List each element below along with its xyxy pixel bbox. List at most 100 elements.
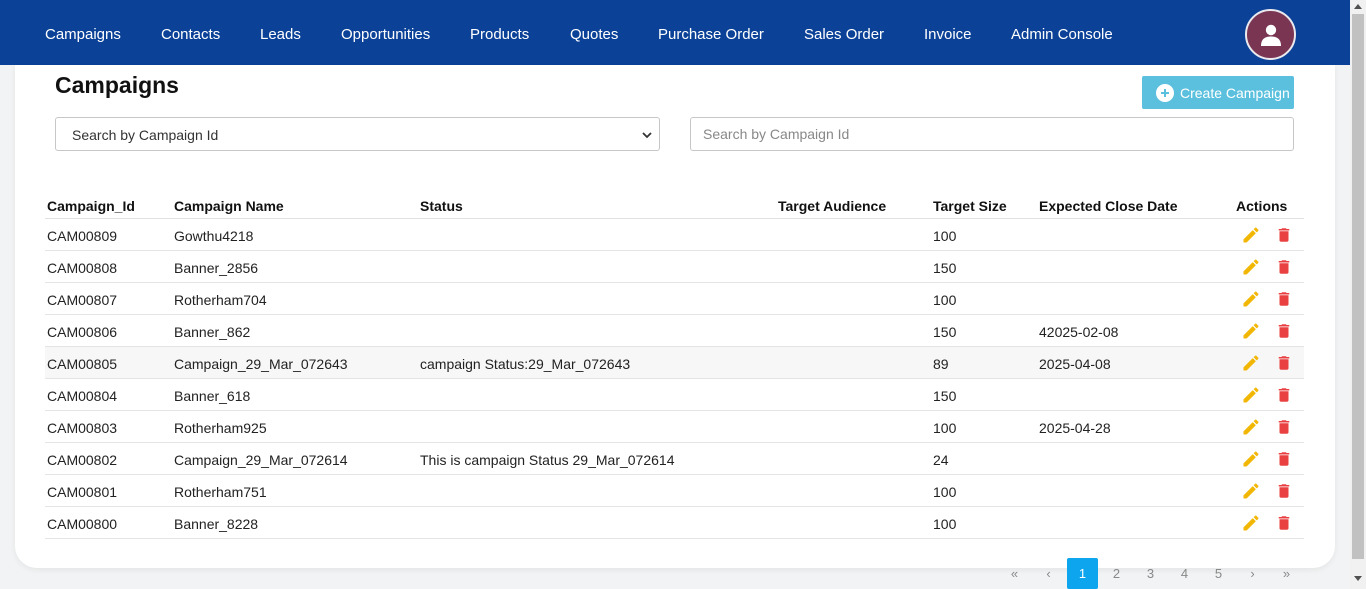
trash-icon[interactable]	[1275, 385, 1293, 410]
trash-icon[interactable]	[1275, 353, 1293, 378]
create-campaign-label: Create Campaign	[1180, 84, 1290, 101]
scroll-down-arrow[interactable]	[1354, 576, 1362, 581]
pagination-prev[interactable]: ‹	[1033, 558, 1064, 589]
column-header-target-audience[interactable]: Target Audience	[778, 198, 886, 214]
cell-target-size: 100	[933, 516, 957, 532]
cell-campaign-name: Rotherham751	[174, 484, 267, 500]
column-header-expected-close-date[interactable]: Expected Close Date	[1039, 198, 1178, 214]
nav-item-sales-order[interactable]: Sales Order	[804, 25, 884, 45]
cell-campaign-id: CAM00800	[47, 516, 118, 532]
vertical-scrollbar[interactable]	[1350, 0, 1366, 589]
table-row: CAM00800 Banner_8228 100	[45, 507, 1304, 539]
cell-campaign-id: CAM00804	[47, 388, 118, 404]
cell-campaign-id: CAM00808	[47, 260, 118, 276]
table-row: CAM00801 Rotherham751 100	[45, 475, 1304, 507]
trash-icon[interactable]	[1275, 289, 1293, 314]
pagination-page-2[interactable]: 2	[1101, 558, 1132, 589]
pencil-icon[interactable]	[1241, 321, 1261, 346]
cell-campaign-name: Rotherham925	[174, 420, 267, 436]
nav-item-quotes[interactable]: Quotes	[570, 25, 618, 45]
cell-status: This is campaign Status 29_Mar_072614	[420, 452, 675, 468]
table-row: CAM00804 Banner_618 150	[45, 379, 1304, 411]
pencil-icon[interactable]	[1241, 481, 1261, 506]
search-field-select-value: Search by Campaign Id	[72, 127, 219, 143]
trash-icon[interactable]	[1275, 449, 1293, 474]
nav-item-opportunities[interactable]: Opportunities	[341, 25, 430, 45]
cell-campaign-id: CAM00806	[47, 324, 118, 340]
cell-target-size: 150	[933, 388, 957, 404]
pagination-next[interactable]: ›	[1237, 558, 1268, 589]
nav-item-contacts[interactable]: Contacts	[161, 25, 220, 45]
search-input[interactable]	[690, 117, 1294, 151]
pencil-icon[interactable]	[1241, 353, 1261, 378]
cell-target-size: 100	[933, 292, 957, 308]
cell-campaign-name: Banner_8228	[174, 516, 259, 532]
pagination-page-5[interactable]: 5	[1203, 558, 1234, 589]
nav-item-leads[interactable]: Leads	[260, 25, 301, 45]
cell-expected-close-date: 2025-04-08	[1039, 356, 1111, 372]
cell-campaign-name: Campaign_29_Mar_072643	[174, 356, 348, 372]
nav-item-invoice[interactable]: Invoice	[924, 25, 972, 45]
table-row: CAM00809 Gowthu4218 100	[45, 219, 1304, 251]
top-navbar: Campaigns Contacts Leads Opportunities P…	[0, 0, 1350, 65]
cell-campaign-id: CAM00809	[47, 228, 118, 244]
table-row: CAM00808 Banner_2856 150	[45, 251, 1304, 283]
trash-icon[interactable]	[1275, 225, 1293, 250]
cell-target-size: 150	[933, 324, 957, 340]
cell-expected-close-date: 42025-02-08	[1039, 324, 1119, 340]
pencil-icon[interactable]	[1241, 417, 1261, 442]
trash-icon[interactable]	[1275, 321, 1293, 346]
nav-item-campaigns[interactable]: Campaigns	[45, 25, 121, 45]
nav-item-products[interactable]: Products	[470, 25, 529, 45]
cell-campaign-name: Banner_862	[174, 324, 251, 340]
pencil-icon[interactable]	[1241, 289, 1261, 314]
page-title: Campaigns	[55, 72, 179, 98]
cell-campaign-id: CAM00803	[47, 420, 118, 436]
pagination-page-4[interactable]: 4	[1169, 558, 1200, 589]
cell-campaign-name: Rotherham704	[174, 292, 267, 308]
pencil-icon[interactable]	[1241, 225, 1261, 250]
table-row: CAM00806 Banner_862 150 42025-02-08	[45, 315, 1304, 347]
trash-icon[interactable]	[1275, 257, 1293, 282]
pencil-icon[interactable]	[1241, 257, 1261, 282]
column-header-target-size[interactable]: Target Size	[933, 198, 1007, 214]
scrollbar-thumb[interactable]	[1352, 14, 1364, 559]
cell-campaign-id: CAM00802	[47, 452, 118, 468]
cell-target-size: 100	[933, 228, 957, 244]
cell-target-size: 89	[933, 356, 949, 372]
pagination-last[interactable]: »	[1271, 558, 1302, 589]
cell-campaign-id: CAM00805	[47, 356, 118, 372]
pagination-page-3[interactable]: 3	[1135, 558, 1166, 589]
pagination-page-1[interactable]: 1	[1067, 558, 1098, 589]
cell-campaign-name: Gowthu4218	[174, 228, 254, 244]
trash-icon[interactable]	[1275, 513, 1293, 538]
cell-campaign-name: Campaign_29_Mar_072614	[174, 452, 348, 468]
column-header-status[interactable]: Status	[420, 198, 463, 214]
plus-circle-icon	[1156, 83, 1174, 102]
nav-item-admin-console[interactable]: Admin Console	[1011, 25, 1113, 45]
table-row: CAM00803 Rotherham925 100 2025-04-28	[45, 411, 1304, 443]
pagination-first[interactable]: «	[999, 558, 1030, 589]
create-campaign-button[interactable]: Create Campaign	[1142, 76, 1294, 109]
chevron-down-icon	[642, 132, 652, 139]
pencil-icon[interactable]	[1241, 449, 1261, 474]
column-header-campaign-id[interactable]: Campaign_Id	[47, 198, 135, 214]
user-avatar[interactable]	[1245, 9, 1296, 60]
pencil-icon[interactable]	[1241, 513, 1261, 538]
cell-target-size: 100	[933, 484, 957, 500]
nav-item-purchase-order[interactable]: Purchase Order	[658, 25, 764, 45]
search-field-select[interactable]: Search by Campaign Id	[55, 117, 660, 151]
cell-campaign-name: Banner_618	[174, 388, 251, 404]
table-row: CAM00805 Campaign_29_Mar_072643 campaign S…	[45, 347, 1304, 379]
scroll-up-arrow[interactable]	[1354, 4, 1362, 9]
column-header-campaign-name[interactable]: Campaign Name	[174, 198, 284, 214]
cell-expected-close-date: 2025-04-28	[1039, 420, 1111, 436]
cell-target-size: 100	[933, 420, 957, 436]
pencil-icon[interactable]	[1241, 385, 1261, 410]
table-row: CAM00802 Campaign_29_Mar_072614 This is ca…	[45, 443, 1304, 475]
column-header-actions: Actions	[1236, 198, 1288, 214]
cell-campaign-id: CAM00807	[47, 292, 118, 308]
cell-campaign-id: CAM00801	[47, 484, 118, 500]
trash-icon[interactable]	[1275, 417, 1293, 442]
trash-icon[interactable]	[1275, 481, 1293, 506]
